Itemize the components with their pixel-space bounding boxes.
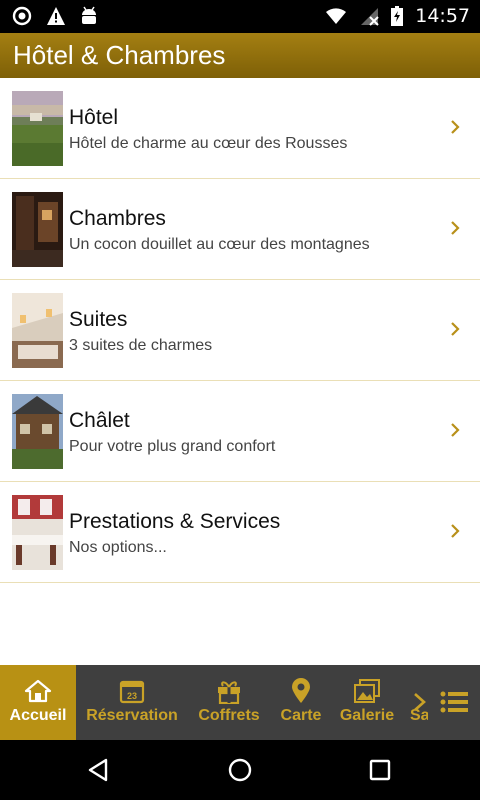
status-left-icons xyxy=(12,6,98,26)
chevron-right-icon xyxy=(451,322,460,336)
chevron-right-icon xyxy=(451,221,460,235)
section-list: Hôtel Hôtel de charme au cœur des Rousse… xyxy=(0,78,480,583)
chevron-right-icon xyxy=(451,423,460,437)
chevron-right-icon[interactable] xyxy=(412,691,428,713)
list-item-suites[interactable]: Suites 3 suites de charmes xyxy=(0,280,480,381)
item-subtitle: Pour votre plus grand confort xyxy=(69,438,276,455)
tab-galerie[interactable]: Galerie xyxy=(332,665,402,740)
calendar-icon: 23 xyxy=(119,680,145,704)
tab-scroll-area[interactable] xyxy=(406,665,480,740)
tab-accueil[interactable]: Accueil xyxy=(0,665,76,740)
list-item-chambres[interactable]: Chambres Un cocon douillet au cœur des m… xyxy=(0,179,480,280)
bottom-tab-bar: Accueil 23 Réservation Coffrets Carte Ga… xyxy=(0,665,480,740)
item-title: Chambres xyxy=(69,207,166,230)
wifi-icon xyxy=(326,8,347,24)
list-item-chalet[interactable]: Châlet Pour votre plus grand confort xyxy=(0,381,480,482)
status-bar: 14:57 xyxy=(0,0,480,33)
status-time: 14:57 xyxy=(415,5,470,27)
chevron-right-icon xyxy=(451,120,460,134)
item-subtitle: Un cocon douillet au cœur des montagnes xyxy=(69,236,370,253)
item-subtitle: 3 suites de charmes xyxy=(69,337,213,354)
map-pin-icon xyxy=(292,678,310,703)
chambres-thumbnail xyxy=(12,192,63,267)
item-title: Hôtel xyxy=(69,106,119,129)
hotel-thumbnail xyxy=(12,91,63,166)
page-title: Hôtel & Chambres xyxy=(13,40,226,70)
status-right-icons: 14:57 xyxy=(325,5,470,27)
home-icon xyxy=(24,679,52,703)
chevron-right-icon xyxy=(451,524,460,538)
gallery-icon xyxy=(354,679,380,703)
tab-coffrets[interactable]: Coffrets xyxy=(188,665,270,740)
item-subtitle: Hôtel de charme au cœur des Rousses xyxy=(69,135,348,152)
android-icon xyxy=(82,6,96,24)
tab-carte[interactable]: Carte xyxy=(270,665,332,740)
app-header: Hôtel & Chambres xyxy=(0,33,480,78)
item-title: Prestations & Services xyxy=(69,510,281,533)
circle-notification-icon xyxy=(12,6,32,26)
svg-text:23: 23 xyxy=(127,691,137,701)
recents-icon[interactable] xyxy=(364,755,396,785)
gift-icon xyxy=(218,681,240,704)
menu-list-icon[interactable] xyxy=(440,690,470,714)
system-nav-bar xyxy=(0,740,480,800)
back-icon[interactable] xyxy=(84,755,116,785)
item-subtitle: Nos options... xyxy=(69,539,167,556)
list-item-prestations[interactable]: Prestations & Services Nos options... xyxy=(0,482,480,583)
tab-reservation[interactable]: 23 Réservation xyxy=(76,665,188,740)
suites-thumbnail xyxy=(12,293,63,368)
tab-label: Accueil xyxy=(9,707,67,724)
prestations-thumbnail xyxy=(12,495,63,570)
warning-icon xyxy=(47,7,65,25)
tab-label: Galerie xyxy=(339,707,395,724)
tab-label: Réservation xyxy=(86,707,178,724)
chalet-thumbnail xyxy=(12,394,63,469)
tab-label: Carte xyxy=(280,707,322,724)
home-circle-icon[interactable] xyxy=(224,755,256,785)
tab-label: Coffrets xyxy=(198,707,260,724)
battery-icon xyxy=(391,6,404,26)
list-item-hotel[interactable]: Hôtel Hôtel de charme au cœur des Rousse… xyxy=(0,78,480,179)
no-sim-icon xyxy=(361,8,379,26)
item-title: Châlet xyxy=(69,409,130,432)
item-title: Suites xyxy=(69,308,128,331)
